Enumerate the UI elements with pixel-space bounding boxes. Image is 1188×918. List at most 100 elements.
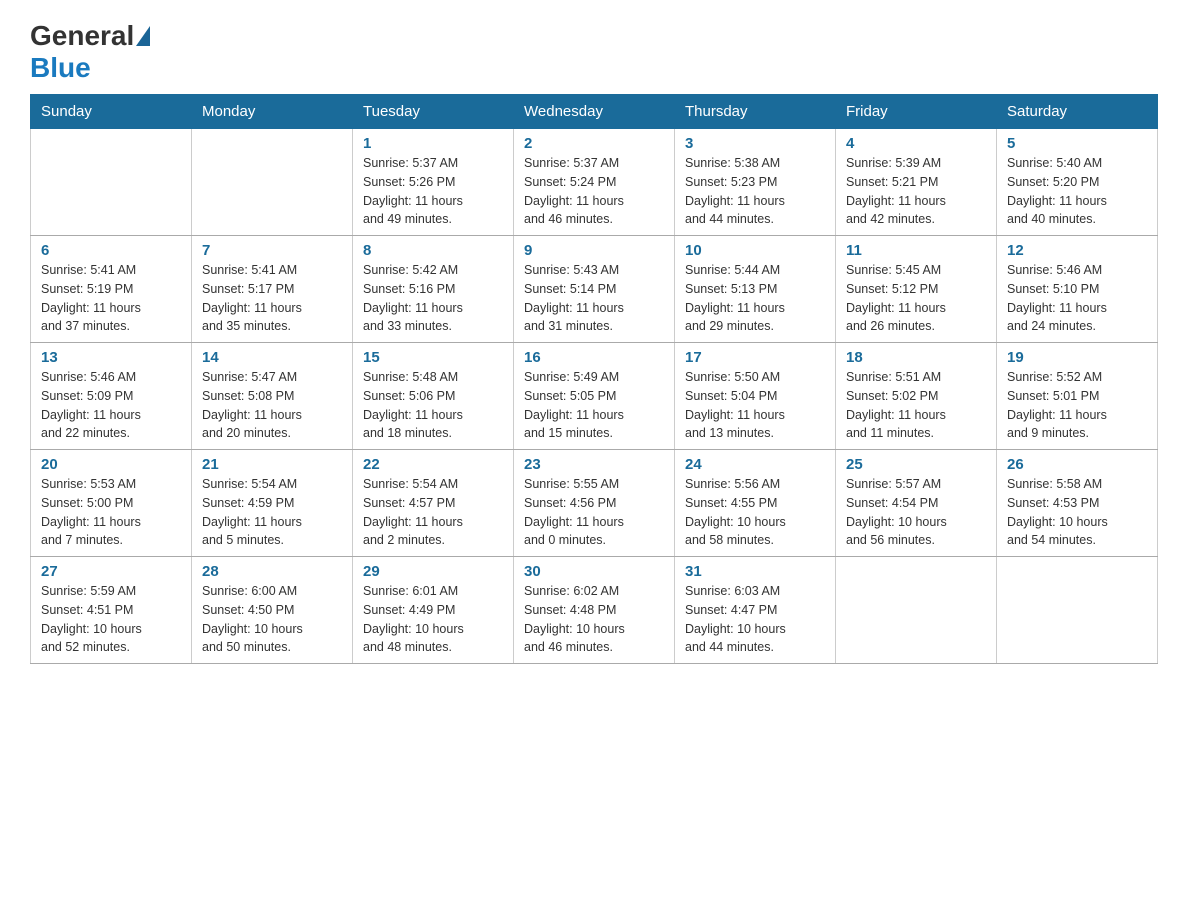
- day-number: 23: [524, 456, 664, 473]
- day-number: 17: [685, 349, 825, 366]
- calendar-week-row: 20 Sunrise: 5:53 AM Sunset: 5:00 PM Dayli…: [31, 450, 1158, 557]
- calendar-cell: 16 Sunrise: 5:49 AM Sunset: 5:05 PM Dayli…: [514, 343, 675, 450]
- day-info: Sunrise: 5:38 AM Sunset: 5:23 PM Dayligh…: [685, 154, 825, 229]
- calendar-cell: 13 Sunrise: 5:46 AM Sunset: 5:09 PM Dayli…: [31, 343, 192, 450]
- day-number: 18: [846, 349, 986, 366]
- day-number: 5: [1007, 135, 1147, 152]
- day-number: 2: [524, 135, 664, 152]
- calendar-cell: 5 Sunrise: 5:40 AM Sunset: 5:20 PM Daylig…: [997, 129, 1158, 236]
- day-number: 6: [41, 242, 181, 259]
- day-number: 21: [202, 456, 342, 473]
- day-info: Sunrise: 5:49 AM Sunset: 5:05 PM Dayligh…: [524, 368, 664, 443]
- calendar-cell: 4 Sunrise: 5:39 AM Sunset: 5:21 PM Daylig…: [836, 129, 997, 236]
- calendar-cell: 20 Sunrise: 5:53 AM Sunset: 5:00 PM Dayli…: [31, 450, 192, 557]
- day-info: Sunrise: 5:46 AM Sunset: 5:09 PM Dayligh…: [41, 368, 181, 443]
- calendar-cell: 23 Sunrise: 5:55 AM Sunset: 4:56 PM Dayli…: [514, 450, 675, 557]
- day-number: 22: [363, 456, 503, 473]
- day-number: 13: [41, 349, 181, 366]
- day-info: Sunrise: 5:52 AM Sunset: 5:01 PM Dayligh…: [1007, 368, 1147, 443]
- weekday-header-row: SundayMondayTuesdayWednesdayThursdayFrid…: [31, 95, 1158, 129]
- day-info: Sunrise: 6:01 AM Sunset: 4:49 PM Dayligh…: [363, 582, 503, 657]
- calendar-cell: 28Sunrise: 6:00 AM Sunset: 4:50 PM Dayli…: [192, 557, 353, 664]
- calendar-cell: 7Sunrise: 5:41 AM Sunset: 5:17 PM Daylig…: [192, 236, 353, 343]
- calendar-cell: 3 Sunrise: 5:38 AM Sunset: 5:23 PM Daylig…: [675, 129, 836, 236]
- day-number: 28: [202, 563, 342, 580]
- calendar-cell: 27Sunrise: 5:59 AM Sunset: 4:51 PM Dayli…: [31, 557, 192, 664]
- day-number: 19: [1007, 349, 1147, 366]
- weekday-header-wednesday: Wednesday: [514, 95, 675, 129]
- weekday-header-sunday: Sunday: [31, 95, 192, 129]
- day-number: 29: [363, 563, 503, 580]
- day-number: 7: [202, 242, 342, 259]
- calendar-cell: [31, 129, 192, 236]
- calendar-cell: 21 Sunrise: 5:54 AM Sunset: 4:59 PM Dayli…: [192, 450, 353, 557]
- day-info: Sunrise: 5:43 AM Sunset: 5:14 PM Dayligh…: [524, 261, 664, 336]
- calendar-cell: 1 Sunrise: 5:37 AM Sunset: 5:26 PM Daylig…: [353, 129, 514, 236]
- calendar-cell: 6 Sunrise: 5:41 AM Sunset: 5:19 PM Daylig…: [31, 236, 192, 343]
- day-info: Sunrise: 5:48 AM Sunset: 5:06 PM Dayligh…: [363, 368, 503, 443]
- day-info: Sunrise: 5:45 AM Sunset: 5:12 PM Dayligh…: [846, 261, 986, 336]
- calendar-cell: [836, 557, 997, 664]
- weekday-header-thursday: Thursday: [675, 95, 836, 129]
- day-info: Sunrise: 5:37 AM Sunset: 5:26 PM Dayligh…: [363, 154, 503, 229]
- day-number: 1: [363, 135, 503, 152]
- logo-blue-text: Blue: [30, 52, 91, 84]
- day-info: Sunrise: 5:39 AM Sunset: 5:21 PM Dayligh…: [846, 154, 986, 229]
- day-info: Sunrise: 5:44 AM Sunset: 5:13 PM Dayligh…: [685, 261, 825, 336]
- calendar-cell: 19 Sunrise: 5:52 AM Sunset: 5:01 PM Dayli…: [997, 343, 1158, 450]
- logo: General Blue: [30, 20, 152, 84]
- calendar-cell: [192, 129, 353, 236]
- day-info: Sunrise: 5:50 AM Sunset: 5:04 PM Dayligh…: [685, 368, 825, 443]
- day-info: Sunrise: 5:56 AM Sunset: 4:55 PM Dayligh…: [685, 475, 825, 550]
- day-number: 4: [846, 135, 986, 152]
- weekday-header-saturday: Saturday: [997, 95, 1158, 129]
- day-number: 26: [1007, 456, 1147, 473]
- calendar-cell: 17 Sunrise: 5:50 AM Sunset: 5:04 PM Dayli…: [675, 343, 836, 450]
- day-info: Sunrise: 5:55 AM Sunset: 4:56 PM Dayligh…: [524, 475, 664, 550]
- logo-general-text: General: [30, 20, 134, 52]
- logo-triangle-icon: [136, 26, 150, 46]
- day-number: 9: [524, 242, 664, 259]
- calendar-week-row: 6 Sunrise: 5:41 AM Sunset: 5:19 PM Daylig…: [31, 236, 1158, 343]
- day-number: 31: [685, 563, 825, 580]
- weekday-header-monday: Monday: [192, 95, 353, 129]
- calendar-cell: 18 Sunrise: 5:51 AM Sunset: 5:02 PM Dayli…: [836, 343, 997, 450]
- day-number: 12: [1007, 242, 1147, 259]
- day-info: Sunrise: 5:41 AM Sunset: 5:19 PM Dayligh…: [41, 261, 181, 336]
- calendar-cell: 26 Sunrise: 5:58 AM Sunset: 4:53 PM Dayli…: [997, 450, 1158, 557]
- calendar-week-row: 27Sunrise: 5:59 AM Sunset: 4:51 PM Dayli…: [31, 557, 1158, 664]
- day-info: Sunrise: 5:57 AM Sunset: 4:54 PM Dayligh…: [846, 475, 986, 550]
- day-info: Sunrise: 5:58 AM Sunset: 4:53 PM Dayligh…: [1007, 475, 1147, 550]
- day-info: Sunrise: 5:51 AM Sunset: 5:02 PM Dayligh…: [846, 368, 986, 443]
- day-info: Sunrise: 5:53 AM Sunset: 5:00 PM Dayligh…: [41, 475, 181, 550]
- calendar-week-row: 13 Sunrise: 5:46 AM Sunset: 5:09 PM Dayli…: [31, 343, 1158, 450]
- day-number: 15: [363, 349, 503, 366]
- day-number: 10: [685, 242, 825, 259]
- day-number: 30: [524, 563, 664, 580]
- calendar-cell: 25Sunrise: 5:57 AM Sunset: 4:54 PM Dayli…: [836, 450, 997, 557]
- calendar-table: SundayMondayTuesdayWednesdayThursdayFrid…: [30, 94, 1158, 664]
- weekday-header-tuesday: Tuesday: [353, 95, 514, 129]
- day-number: 24: [685, 456, 825, 473]
- day-info: Sunrise: 5:47 AM Sunset: 5:08 PM Dayligh…: [202, 368, 342, 443]
- day-number: 11: [846, 242, 986, 259]
- calendar-cell: 22Sunrise: 5:54 AM Sunset: 4:57 PM Dayli…: [353, 450, 514, 557]
- calendar-cell: 31 Sunrise: 6:03 AM Sunset: 4:47 PM Dayli…: [675, 557, 836, 664]
- calendar-cell: 11 Sunrise: 5:45 AM Sunset: 5:12 PM Dayli…: [836, 236, 997, 343]
- day-info: Sunrise: 5:40 AM Sunset: 5:20 PM Dayligh…: [1007, 154, 1147, 229]
- calendar-cell: 12 Sunrise: 5:46 AM Sunset: 5:10 PM Dayli…: [997, 236, 1158, 343]
- day-info: Sunrise: 6:03 AM Sunset: 4:47 PM Dayligh…: [685, 582, 825, 657]
- day-info: Sunrise: 5:54 AM Sunset: 4:59 PM Dayligh…: [202, 475, 342, 550]
- day-number: 3: [685, 135, 825, 152]
- page-header: General Blue: [30, 20, 1158, 84]
- day-info: Sunrise: 5:46 AM Sunset: 5:10 PM Dayligh…: [1007, 261, 1147, 336]
- calendar-cell: 10 Sunrise: 5:44 AM Sunset: 5:13 PM Dayli…: [675, 236, 836, 343]
- calendar-cell: 30 Sunrise: 6:02 AM Sunset: 4:48 PM Dayli…: [514, 557, 675, 664]
- day-info: Sunrise: 6:02 AM Sunset: 4:48 PM Dayligh…: [524, 582, 664, 657]
- calendar-cell: [997, 557, 1158, 664]
- day-number: 20: [41, 456, 181, 473]
- day-info: Sunrise: 5:59 AM Sunset: 4:51 PM Dayligh…: [41, 582, 181, 657]
- calendar-cell: 24 Sunrise: 5:56 AM Sunset: 4:55 PM Dayli…: [675, 450, 836, 557]
- day-number: 16: [524, 349, 664, 366]
- calendar-cell: 8Sunrise: 5:42 AM Sunset: 5:16 PM Daylig…: [353, 236, 514, 343]
